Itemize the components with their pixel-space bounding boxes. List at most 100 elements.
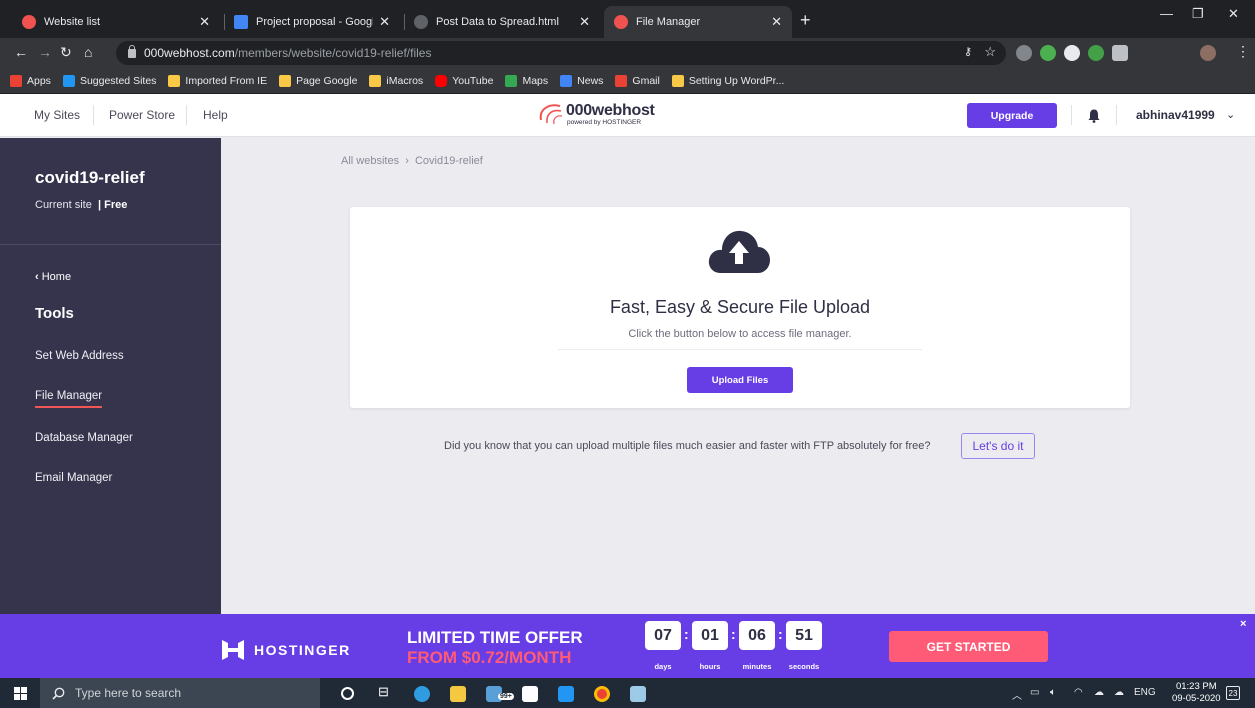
windows-start-icon[interactable]	[14, 687, 27, 700]
countdown-minutes-label: minutes	[742, 662, 772, 671]
url-path: /members/website/covid19-relief/files	[234, 46, 432, 60]
onedrive-icon[interactable]: ☁	[1094, 687, 1104, 698]
get-started-button[interactable]: GET STARTED	[889, 631, 1048, 662]
file-explorer-icon[interactable]	[450, 686, 466, 702]
sidebar-home-link[interactable]: ‹ Home	[35, 271, 71, 283]
extension-icon[interactable]	[1016, 45, 1032, 61]
upgrade-button[interactable]: Upgrade	[967, 103, 1057, 128]
address-bar[interactable]: 000webhost.com/members/website/covid19-r…	[116, 41, 1006, 65]
close-tab-icon[interactable]: ✕	[579, 14, 590, 30]
cortana-icon[interactable]	[341, 687, 354, 700]
window-close-icon[interactable]: ✕	[1228, 6, 1239, 22]
battery-icon[interactable]: ▭	[1030, 687, 1039, 698]
breadcrumb: All websites › Covid19-relief	[341, 155, 483, 167]
close-tab-icon[interactable]: ✕	[199, 14, 210, 30]
promo-close-icon[interactable]: ×	[1240, 618, 1246, 630]
bookmark-apps[interactable]: Apps	[10, 74, 51, 87]
tab-project-proposal[interactable]: Project proposal - Google Docs ✕	[224, 6, 400, 38]
sidebar-item-set-web-address[interactable]: Set Web Address	[35, 350, 124, 362]
chrome-icon[interactable]	[594, 686, 610, 702]
sidebar-item-file-manager[interactable]: File Manager	[35, 390, 103, 408]
bookmark-setting-up-wordpress[interactable]: Setting Up WordPr...	[671, 74, 784, 87]
wifi-icon[interactable]: ◠	[1074, 687, 1083, 698]
hostinger-h-icon	[222, 640, 244, 660]
reload-icon[interactable]: ↻	[60, 44, 72, 61]
menu-icon[interactable]: ⋮	[1236, 43, 1250, 60]
nav-power-store[interactable]: Power Store	[109, 108, 175, 122]
countdown-days: 07	[645, 621, 681, 650]
restore-icon[interactable]: ❐	[1192, 6, 1204, 22]
username[interactable]: abhinav41999	[1136, 108, 1215, 122]
logo-swirl-icon	[539, 104, 563, 125]
profile-avatar[interactable]	[1200, 45, 1216, 61]
breadcrumb-all-websites[interactable]: All websites	[341, 155, 399, 167]
chevron-up-icon[interactable]: ︿	[1012, 687, 1022, 702]
tab-website-list[interactable]: Website list ✕	[12, 6, 220, 38]
notification-center-icon[interactable]: 23	[1226, 686, 1240, 700]
bell-icon[interactable]	[1088, 109, 1100, 123]
sidebar-item-email-manager[interactable]: Email Manager	[35, 472, 112, 484]
back-icon[interactable]: ←	[14, 44, 28, 60]
home-icon[interactable]: ⌂	[84, 44, 92, 60]
extension-icon[interactable]	[1088, 45, 1104, 61]
extension-icon[interactable]	[1112, 45, 1128, 61]
000webhost-logo[interactable]: 000webhost powered by HOSTINGER	[536, 100, 726, 130]
maps-icon	[505, 74, 518, 87]
hostinger-brand: HOSTINGER	[254, 642, 351, 658]
countdown-seconds: 51	[786, 621, 822, 650]
browser-tabstrip: Website list ✕ Project proposal - Google…	[0, 0, 1255, 38]
forward-icon[interactable]: →	[38, 44, 52, 60]
chevron-down-icon[interactable]: ⌄	[1226, 108, 1235, 121]
current-site-info: Current site | Free	[35, 199, 127, 211]
tab-title: Project proposal - Google Docs	[256, 16, 373, 28]
tab-post-data[interactable]: Post Data to Spread.html ✕	[404, 6, 600, 38]
close-tab-icon[interactable]: ✕	[379, 14, 390, 30]
bookmark-maps[interactable]: Maps	[505, 74, 548, 87]
windows-taskbar: Type here to search ⊟ 99+ ︿ ▭ 🔈︎ ◠ ☁ ☁ E…	[0, 678, 1255, 708]
volume-icon[interactable]: 🔈︎	[1050, 687, 1056, 698]
bookmark-gmail[interactable]: Gmail	[615, 74, 660, 87]
chevron-left-icon: ‹	[35, 271, 39, 283]
lets-do-it-button[interactable]: Let's do it	[961, 433, 1035, 459]
app-icon[interactable]	[630, 686, 646, 702]
close-tab-icon[interactable]: ✕	[771, 14, 782, 30]
taskbar-search-box[interactable]: Type here to search	[40, 678, 320, 708]
bookmark-label: Apps	[27, 74, 51, 87]
upload-card: Fast, Easy & Secure File Upload Click th…	[350, 207, 1130, 408]
cloud-icon[interactable]: ☁	[1114, 687, 1124, 698]
tab-file-manager[interactable]: File Manager ✕	[604, 6, 792, 38]
countdown-minutes: 06	[739, 621, 775, 650]
star-icon[interactable]: ☆	[984, 44, 996, 60]
edge-icon[interactable]	[414, 686, 430, 702]
bookmark-news[interactable]: News	[560, 74, 604, 87]
task-view-icon[interactable]: ⊟	[378, 684, 394, 700]
bookmark-suggested-sites[interactable]: Suggested Sites	[62, 74, 156, 87]
nav-divider	[93, 105, 94, 125]
nav-divider	[186, 105, 187, 125]
bookmark-imacros[interactable]: iMacros	[369, 74, 423, 87]
language-indicator[interactable]: ENG	[1134, 687, 1156, 698]
extension-icon[interactable]	[1040, 45, 1056, 61]
nav-help[interactable]: Help	[203, 108, 228, 122]
hostinger-logo: HOSTINGER	[221, 639, 351, 661]
vscode-icon[interactable]	[558, 686, 574, 702]
bookmark-youtube[interactable]: YouTube	[435, 74, 493, 87]
key-icon[interactable]: ⚷	[964, 45, 972, 58]
nav-divider	[1071, 105, 1072, 125]
extension-icon[interactable]	[1064, 45, 1080, 61]
new-tab-icon[interactable]: +	[800, 10, 811, 31]
bookmark-label: News	[577, 74, 604, 87]
bookmark-imported-from-ie[interactable]: Imported From IE	[168, 74, 267, 87]
system-clock[interactable]: 01:23 PM 09-05-2020	[1172, 681, 1221, 705]
card-divider	[558, 349, 922, 350]
microsoft-store-icon[interactable]	[522, 686, 538, 702]
youtube-icon	[435, 74, 448, 87]
tab-title: Website list	[44, 16, 101, 28]
minimize-icon[interactable]: —	[1160, 6, 1173, 21]
upload-files-button[interactable]: Upload Files	[687, 367, 793, 393]
promo-banner: HOSTINGER LIMITED TIME OFFER FROM $0.72/…	[0, 614, 1255, 678]
bookmark-page-google[interactable]: Page Google	[279, 74, 357, 87]
nav-my-sites[interactable]: My Sites	[34, 108, 80, 122]
sidebar-item-database-manager[interactable]: Database Manager	[35, 432, 133, 444]
countdown-days-label: days	[654, 662, 672, 671]
